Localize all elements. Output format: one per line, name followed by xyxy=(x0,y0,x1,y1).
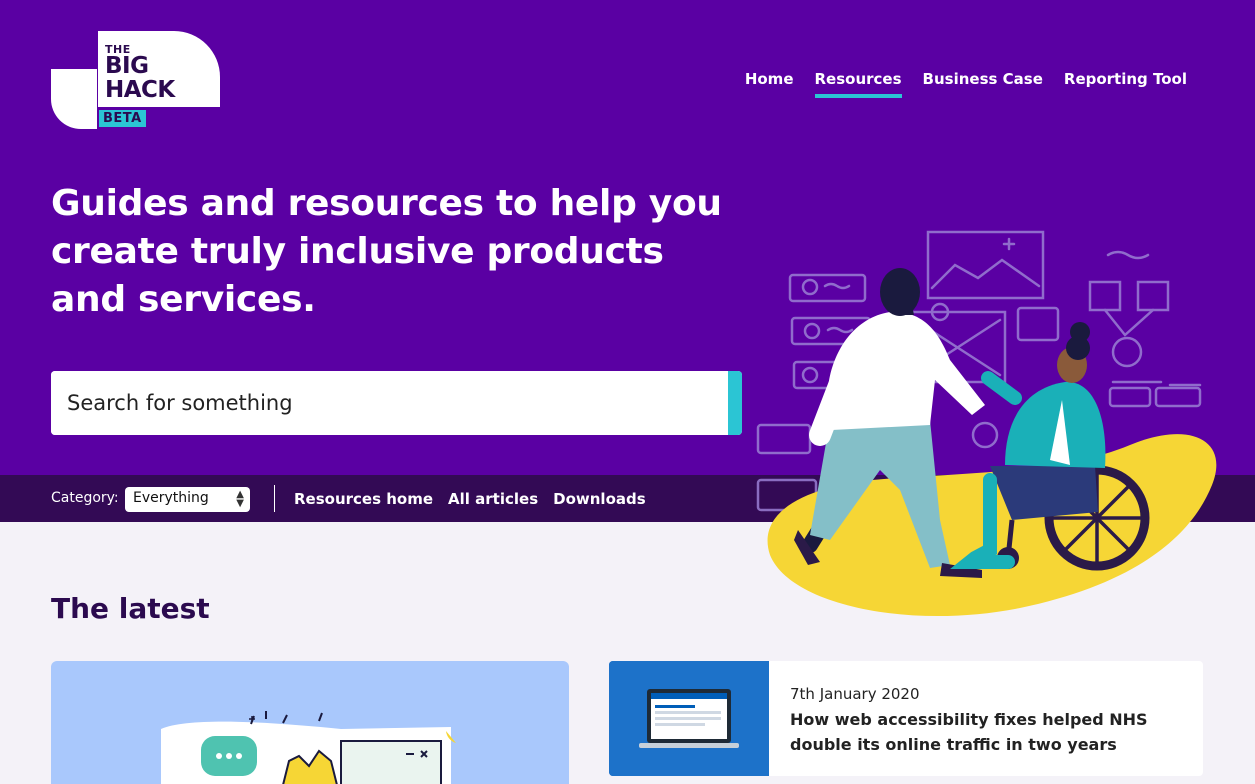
search-input[interactable] xyxy=(51,371,728,435)
subnav-downloads[interactable]: Downloads xyxy=(553,490,646,508)
subnav-all-articles[interactable]: All articles xyxy=(448,490,538,508)
nav-home[interactable]: Home xyxy=(745,70,794,98)
search-box xyxy=(51,371,742,435)
resources-subnav: Resources home All articles Downloads xyxy=(294,490,646,508)
logo-shape xyxy=(51,69,97,129)
logo-big: BIG xyxy=(105,53,149,79)
nav-business-case[interactable]: Business Case xyxy=(923,70,1043,98)
article-card[interactable]: 7th January 2020 How web accessibility f… xyxy=(609,661,1203,776)
category-value: Everything xyxy=(133,490,209,506)
logo-hack: HACK xyxy=(105,77,175,103)
search-submit-button[interactable] xyxy=(728,371,742,435)
beta-badge: BETA xyxy=(98,109,147,128)
featured-article-image xyxy=(161,711,456,784)
hero-illustration xyxy=(756,230,1217,617)
article-title[interactable]: How web accessibility fixes helped NHS d… xyxy=(790,707,1190,757)
nav-reporting-tool[interactable]: Reporting Tool xyxy=(1064,70,1187,98)
main-nav: Home Resources Business Case Reporting T… xyxy=(745,70,1187,98)
select-arrows-icon: ▲ ▼ xyxy=(236,489,244,509)
page-headline: Guides and resources to help you create … xyxy=(51,183,722,320)
logo-wordmark: BIG HACK xyxy=(105,54,175,102)
subnav-resources-home[interactable]: Resources home xyxy=(294,490,433,508)
nav-resources[interactable]: Resources xyxy=(814,70,902,98)
featured-article-card[interactable] xyxy=(51,661,569,784)
big-hack-logo[interactable]: THE BIG HACK BETA xyxy=(51,31,223,131)
category-label: Category: xyxy=(51,490,119,506)
category-select[interactable]: Everything ▲ ▼ xyxy=(125,487,250,512)
article-thumbnail xyxy=(609,661,769,776)
article-date: 7th January 2020 xyxy=(790,685,920,703)
subbar-divider xyxy=(274,485,275,512)
section-heading-latest: The latest xyxy=(51,592,210,625)
